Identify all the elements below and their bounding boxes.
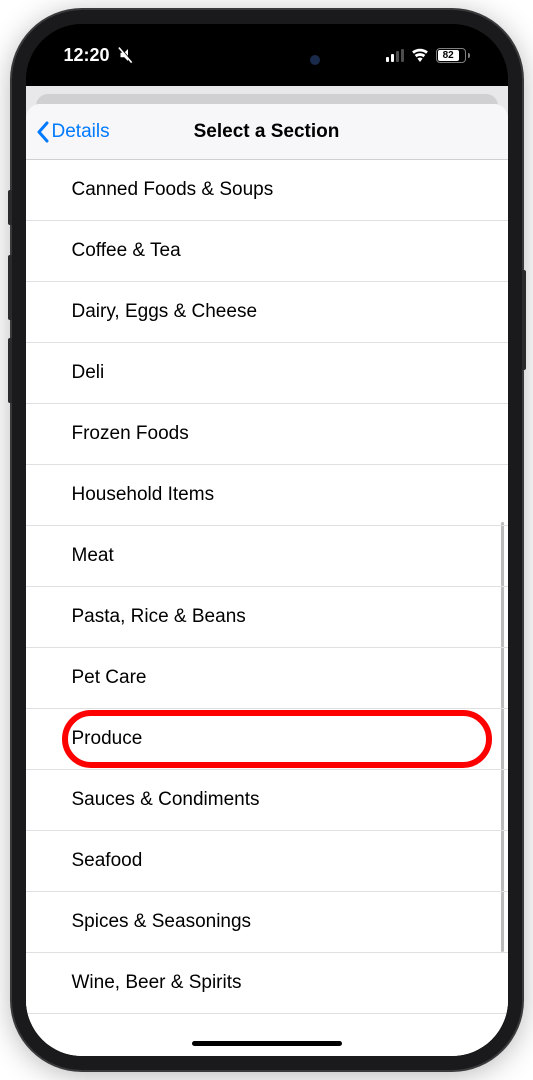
- section-item[interactable]: Meat: [26, 526, 508, 587]
- status-time-group: 12:20: [64, 45, 134, 66]
- nav-bar: Details Select a Section: [26, 104, 508, 160]
- camera-dot-icon: [310, 55, 320, 65]
- modal-sheet: Details Select a Section Canned Foods & …: [26, 104, 508, 1056]
- chevron-left-icon: [36, 121, 50, 143]
- section-item[interactable]: Pet Care: [26, 648, 508, 709]
- section-item[interactable]: Spices & Seasonings: [26, 892, 508, 953]
- status-time: 12:20: [64, 45, 110, 66]
- phone-side-buttons-left: [8, 190, 12, 421]
- section-item-label: Coffee & Tea: [72, 240, 181, 261]
- section-item-label: Produce: [72, 728, 143, 749]
- section-item[interactable]: Sauces & Condiments: [26, 770, 508, 831]
- section-item-label: Spices & Seasonings: [72, 911, 252, 932]
- mute-icon: [116, 46, 134, 64]
- back-button-label: Details: [52, 121, 110, 143]
- section-item-label: Deli: [72, 362, 105, 383]
- section-item[interactable]: Deli: [26, 343, 508, 404]
- battery-level: 82: [438, 50, 459, 61]
- phone-frame: 12:20: [12, 10, 522, 1070]
- back-button[interactable]: Details: [36, 121, 110, 143]
- section-item-label: Wine, Beer & Spirits: [72, 972, 242, 993]
- status-right: 82: [386, 48, 470, 63]
- screen: 12:20: [26, 24, 508, 1056]
- section-item[interactable]: Dairy, Eggs & Cheese: [26, 282, 508, 343]
- home-indicator[interactable]: [192, 1041, 342, 1046]
- cellular-signal-icon: [386, 49, 404, 62]
- phone-side-button-right: [522, 270, 526, 370]
- section-item[interactable]: Coffee & Tea: [26, 221, 508, 282]
- section-item[interactable]: Produce: [26, 709, 508, 770]
- section-item-label: Dairy, Eggs & Cheese: [72, 301, 258, 322]
- battery-icon: 82: [436, 48, 470, 63]
- section-item[interactable]: Canned Foods & Soups: [26, 160, 508, 221]
- section-item-label: Pasta, Rice & Beans: [72, 606, 246, 627]
- section-item-label: Meat: [72, 545, 114, 566]
- section-item-label: Sauces & Condiments: [72, 789, 260, 810]
- section-item-label: Pet Care: [72, 667, 147, 688]
- section-item[interactable]: Pasta, Rice & Beans: [26, 587, 508, 648]
- app-container: Details Select a Section Canned Foods & …: [26, 86, 508, 1056]
- section-item-label: Seafood: [72, 850, 143, 871]
- dynamic-island: [202, 42, 332, 78]
- section-item-label: Household Items: [72, 484, 215, 505]
- section-item-label: Frozen Foods: [72, 423, 189, 444]
- section-list[interactable]: Canned Foods & Soups Coffee & Tea Dairy, E…: [26, 160, 508, 1056]
- section-item[interactable]: Frozen Foods: [26, 404, 508, 465]
- section-item[interactable]: Household Items: [26, 465, 508, 526]
- section-item[interactable]: Wine, Beer & Spirits: [26, 953, 508, 1014]
- wifi-icon: [411, 48, 429, 62]
- section-item[interactable]: Seafood: [26, 831, 508, 892]
- section-item-label: Canned Foods & Soups: [72, 179, 274, 200]
